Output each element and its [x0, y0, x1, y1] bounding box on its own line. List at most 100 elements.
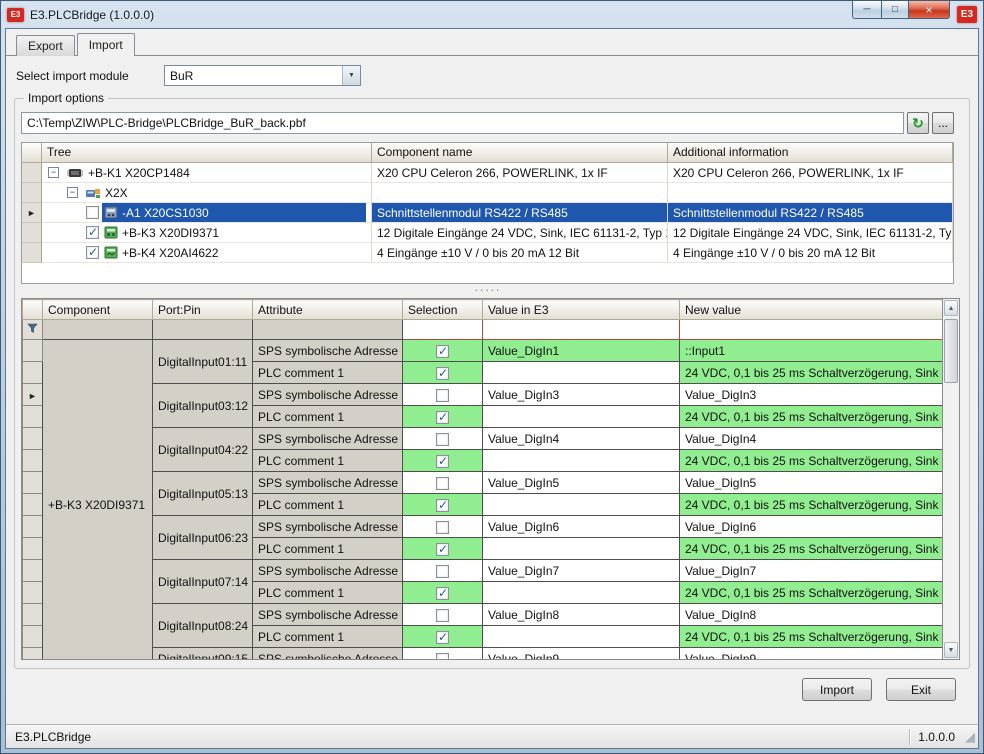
selection-checkbox[interactable]	[436, 411, 449, 424]
selection-cell[interactable]	[403, 648, 483, 660]
selection-checkbox[interactable]	[436, 587, 449, 600]
tree-column-header-1[interactable]: Component name	[372, 143, 668, 163]
tree-indent	[48, 252, 86, 253]
tree-checkbox[interactable]	[86, 206, 99, 219]
port-pin-cell: DigitalInput09:15	[153, 648, 253, 660]
tree-cell[interactable]: -A1 X20CS1030	[42, 203, 372, 223]
tree-column-header-0[interactable]: Tree	[42, 143, 372, 163]
tree-row[interactable]: ►-A1 X20CS1030Schnittstellenmodul RS422 …	[22, 203, 953, 223]
mapping-column-header-3[interactable]: Selection	[403, 300, 483, 320]
mapping-column-header-2[interactable]: Attribute	[253, 300, 403, 320]
filter-row-header	[23, 320, 43, 340]
statusbar-separator	[909, 729, 910, 745]
new-value-cell: Value_DigIn7	[680, 560, 943, 582]
refresh-button[interactable]: ↻	[907, 112, 929, 134]
selection-checkbox[interactable]	[436, 499, 449, 512]
close-button[interactable]: ×	[908, 1, 950, 19]
filter-cell-value[interactable]	[483, 320, 680, 340]
caption-buttons: ─ □ ×	[852, 1, 950, 19]
tree-indent	[48, 232, 86, 233]
mapping-column-header-1[interactable]: Port:Pin	[153, 300, 253, 320]
filter-cell-attribute[interactable]	[253, 320, 403, 340]
selection-checkbox[interactable]	[436, 433, 449, 446]
scrollbar-thumb[interactable]	[944, 319, 958, 383]
tree-row[interactable]: +B-K4 X20AI4622 4 Eingänge ±10 V / 0 bis …	[22, 243, 953, 263]
selection-checkbox[interactable]	[436, 653, 449, 659]
tree-collapse-icon[interactable]: −	[67, 187, 78, 198]
filter-cell-new-value[interactable]	[680, 320, 943, 340]
resize-grip[interactable]: ◢	[965, 730, 975, 743]
selection-cell[interactable]	[403, 340, 483, 362]
selection-checkbox[interactable]	[436, 345, 449, 358]
tree-cell[interactable]: − +B-K1 X20CP1484	[42, 163, 372, 183]
value-in-e3-cell: Value_DigIn6	[483, 516, 680, 538]
selection-checkbox[interactable]	[436, 565, 449, 578]
attribute-cell: PLC comment 1	[253, 362, 403, 384]
tree-cell[interactable]: +B-K3 X20DI9371	[42, 223, 372, 243]
filter-cell-port[interactable]	[153, 320, 253, 340]
tree-cell[interactable]: +B-K4 X20AI4622	[42, 243, 372, 263]
selection-cell[interactable]	[403, 406, 483, 428]
value-in-e3-cell	[483, 538, 680, 560]
selection-cell[interactable]	[403, 604, 483, 626]
new-value-cell: 24 VDC, 0,1 bis 25 ms Schaltverzögerung,…	[680, 494, 943, 516]
tree-cell[interactable]: −X2X	[42, 183, 372, 203]
filter-cell-component[interactable]	[43, 320, 153, 340]
splitter-handle[interactable]: ·····	[21, 284, 954, 298]
tab-export[interactable]: Export	[16, 35, 75, 56]
combobox-dropdown-button[interactable]: ▼	[342, 66, 360, 85]
mapping-column-header-0[interactable]: Component	[43, 300, 153, 320]
scrollbar-track[interactable]	[943, 317, 959, 641]
tree-row[interactable]: −+B-K1 X20CP1484X20 CPU Celeron 266, POW…	[22, 163, 953, 183]
selection-cell[interactable]	[403, 516, 483, 538]
vertical-scrollbar[interactable]: ▲ ▼	[942, 299, 959, 659]
tree-checkbox[interactable]	[86, 226, 99, 239]
selection-cell[interactable]	[403, 582, 483, 604]
scroll-down-button[interactable]: ▼	[944, 642, 958, 658]
title-bar: E3 E3.PLCBridge (1.0.0.0) ─ □ × E3	[5, 1, 979, 28]
import-file-path-input[interactable]	[21, 112, 904, 134]
tree-collapse-icon[interactable]: −	[48, 167, 59, 178]
import-module-combobox[interactable]: BuR ▼	[164, 65, 361, 86]
filter-cell-selection[interactable]	[403, 320, 483, 340]
mapping-row-header	[23, 648, 43, 660]
import-button[interactable]: Import	[802, 678, 872, 701]
selection-cell[interactable]	[403, 472, 483, 494]
tree-checkbox[interactable]	[86, 246, 99, 259]
browse-button[interactable]: ...	[932, 112, 954, 134]
minimize-button[interactable]: ─	[852, 1, 881, 19]
selection-checkbox[interactable]	[436, 631, 449, 644]
tree-row[interactable]: −X2X	[22, 183, 953, 203]
maximize-button[interactable]: □	[881, 1, 908, 19]
selection-cell[interactable]	[403, 494, 483, 516]
selection-checkbox[interactable]	[436, 367, 449, 380]
selection-cell[interactable]	[403, 560, 483, 582]
selection-cell[interactable]	[403, 384, 483, 406]
tree-column-header-2[interactable]: Additional information	[668, 143, 953, 163]
mapping-column-header-4[interactable]: Value in E3	[483, 300, 680, 320]
selection-cell[interactable]	[403, 428, 483, 450]
selection-cell[interactable]	[403, 362, 483, 384]
new-value-cell: Value_DigIn9	[680, 648, 943, 660]
tree-row-label: +B-K3 X20DI9371	[122, 226, 219, 240]
mapping-row: DigitalInput09:15SPS symbolische Adresse…	[23, 648, 943, 660]
selection-cell[interactable]	[403, 450, 483, 472]
selection-checkbox[interactable]	[436, 543, 449, 556]
tab-strip: Export Import	[6, 29, 978, 56]
exit-button[interactable]: Exit	[886, 678, 956, 701]
selection-cell[interactable]	[403, 538, 483, 560]
selection-checkbox[interactable]	[436, 521, 449, 534]
selection-checkbox[interactable]	[436, 609, 449, 622]
additional-info-cell: 4 Eingänge ±10 V / 0 bis 20 mA 12 Bit	[668, 243, 953, 263]
new-value-cell: Value_DigIn6	[680, 516, 943, 538]
tree-row[interactable]: +B-K3 X20DI937112 Digitale Eingänge 24 V…	[22, 223, 953, 243]
mapping-column-header-5[interactable]: New value	[680, 300, 943, 320]
selection-checkbox[interactable]	[436, 455, 449, 468]
tab-import[interactable]: Import	[77, 33, 135, 56]
selection-cell[interactable]	[403, 626, 483, 648]
selection-checkbox[interactable]	[436, 477, 449, 490]
value-in-e3-cell	[483, 362, 680, 384]
selection-checkbox[interactable]	[436, 389, 449, 402]
scroll-up-button[interactable]: ▲	[944, 300, 958, 316]
tree-row-label: +B-K1 X20CP1484	[88, 166, 190, 180]
